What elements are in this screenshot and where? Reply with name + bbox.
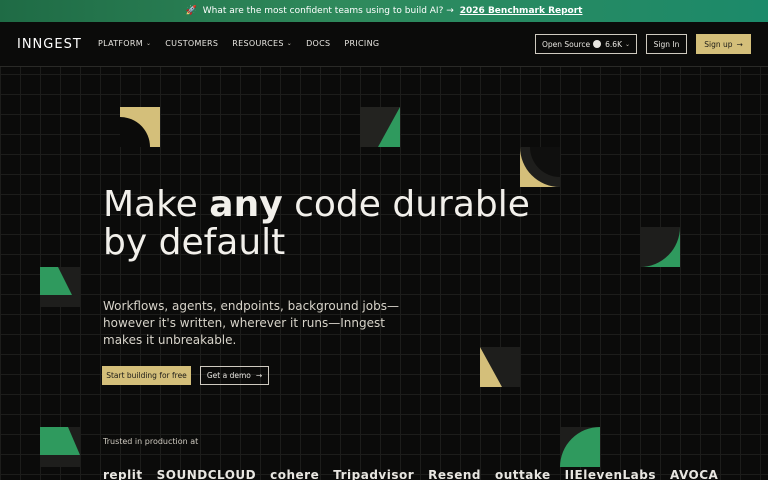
decor-tile-green-triangle — [360, 107, 400, 147]
nav-customers[interactable]: CUSTOMERS — [165, 39, 218, 48]
nav-pricing[interactable]: PRICING — [344, 39, 379, 48]
arrow-right-icon: → — [255, 371, 263, 380]
logo-cohere: cohere — [270, 468, 320, 480]
nav-docs[interactable]: DOCS — [306, 39, 330, 48]
chevron-down-icon: ⌄ — [286, 40, 293, 47]
rocket-icon: 🚀 — [185, 6, 197, 16]
decor-tile-green-wedge — [40, 267, 80, 307]
sign-up-label: Sign up — [704, 39, 733, 49]
chevron-down-icon: ⌄ — [624, 40, 630, 48]
main-menu: PLATFORM ⌄ CUSTOMERS RESOURCES ⌄ DOCS PR… — [98, 39, 379, 48]
decor-tile-green-wedge-lower — [40, 427, 80, 467]
nav-pricing-label: PRICING — [344, 39, 380, 48]
github-icon — [593, 40, 602, 48]
logo-replit: replit — [103, 468, 143, 480]
hero-title-before: Make — [103, 184, 210, 225]
nav-resources[interactable]: RESOURCES ⌄ — [232, 39, 292, 48]
announcement-banner[interactable]: 🚀 What are the most confident teams usin… — [0, 0, 768, 22]
decor-tile-gold-quarter — [120, 107, 160, 147]
start-building-button[interactable]: Start building for free — [102, 366, 191, 385]
decor-tile-green-quarter — [640, 227, 680, 267]
inngest-logo[interactable]: INNGEST — [17, 37, 82, 52]
decor-tile-gold-arc — [520, 147, 560, 187]
trusted-label: Trusted in production at — [103, 437, 199, 446]
banner-text: What are the most confident teams using … — [202, 6, 454, 16]
logo-avoca: AVOCA — [669, 468, 719, 480]
top-navigation: INNGEST PLATFORM ⌄ CUSTOMERS RESOURCES ⌄… — [0, 22, 768, 67]
logo-elevenlabs: IIElevenLabs — [564, 468, 656, 480]
arrow-right-icon: → — [736, 39, 743, 49]
open-source-label: Open Source — [542, 39, 591, 49]
chevron-down-icon: ⌄ — [145, 40, 152, 47]
get-demo-label: Get a demo — [206, 371, 251, 380]
nav-actions: Open Source 6.6K ⌄ Sign In Sign up → — [535, 34, 751, 54]
hero-title: Make any code durable by default — [103, 186, 533, 262]
banner-link[interactable]: 2026 Benchmark Report — [460, 6, 583, 16]
nav-docs-label: DOCS — [306, 39, 331, 48]
sign-in-button[interactable]: Sign In — [646, 34, 687, 54]
open-source-button[interactable]: Open Source 6.6K ⌄ — [535, 34, 637, 54]
hero-subtitle: Workflows, agents, endpoints, background… — [103, 299, 399, 347]
logo-soundcloud: SOUNDCLOUD — [156, 468, 257, 480]
logo-outtake: outtake — [494, 468, 551, 480]
nav-resources-label: RESOURCES — [232, 39, 284, 48]
logo-resend: Resend — [428, 468, 481, 480]
nav-customers-label: CUSTOMERS — [165, 39, 219, 48]
sign-up-button[interactable]: Sign up → — [696, 34, 751, 54]
logo-tripadvisor: Tripadvisor — [333, 468, 415, 480]
hero-title-emphasis: any — [209, 184, 283, 225]
nav-platform[interactable]: PLATFORM ⌄ — [98, 39, 151, 48]
star-count: 6.6K — [605, 39, 622, 49]
nav-platform-label: PLATFORM — [98, 39, 143, 48]
get-demo-button[interactable]: Get a demo → — [200, 366, 269, 385]
customer-logos: replit SOUNDCLOUD cohere Tripadvisor Res… — [103, 468, 718, 480]
github-stars: 6.6K — [593, 40, 622, 49]
decor-tile-gold-triangle — [480, 347, 520, 387]
decor-tile-green-arc — [560, 427, 600, 467]
